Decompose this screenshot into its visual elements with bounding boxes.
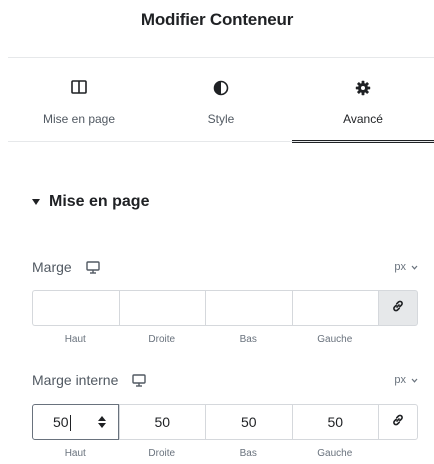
padding-link-button[interactable]	[378, 404, 418, 440]
number-spinner-icon[interactable]	[98, 416, 106, 428]
link-icon	[391, 299, 405, 318]
margin-label: Marge	[32, 259, 72, 275]
chevron-down-icon	[411, 261, 418, 273]
margin-left-input[interactable]	[291, 290, 378, 326]
side-label-left: Gauche	[317, 334, 353, 345]
padding-top-value: 50	[53, 414, 69, 430]
padding-top-input[interactable]: 50	[32, 404, 119, 440]
desktop-icon[interactable]	[132, 373, 147, 387]
margin-unit-select[interactable]: px	[394, 261, 418, 273]
tabs-divider	[8, 141, 434, 142]
section-title: Mise en page	[49, 193, 150, 210]
padding-left-input[interactable]: 50	[291, 404, 378, 440]
tab-style-label: Style	[207, 112, 235, 126]
chevron-down-icon	[411, 374, 418, 386]
panel-tabs: Mise en page Style Avancé	[8, 58, 434, 143]
padding-unit-select[interactable]: px	[394, 374, 418, 386]
padding-inputs: 50 50 50 50	[32, 404, 418, 440]
margin-right-input[interactable]	[118, 290, 205, 326]
padding-bottom-input[interactable]: 50	[205, 404, 292, 440]
contrast-icon	[150, 80, 292, 98]
tab-layout[interactable]: Mise en page	[8, 58, 150, 142]
margin-top-input[interactable]	[32, 290, 119, 326]
margin-bottom-input[interactable]	[205, 290, 292, 326]
caret-down-icon	[32, 199, 40, 205]
desktop-icon[interactable]	[85, 260, 100, 274]
text-cursor	[70, 415, 71, 431]
padding-side-labels: Haut Droite Bas Gauche	[32, 448, 378, 459]
side-label-right: Droite	[148, 448, 176, 459]
section-header[interactable]: Mise en page	[32, 193, 149, 211]
margin-inputs	[32, 290, 418, 326]
tab-style[interactable]: Style	[150, 58, 292, 142]
gear-icon	[292, 80, 434, 98]
padding-left-value: 50	[327, 414, 344, 430]
padding-right-value: 50	[154, 414, 171, 430]
padding-label: Marge interne	[32, 372, 119, 388]
side-label-top: Haut	[64, 448, 86, 459]
side-label-top: Haut	[64, 334, 86, 345]
columns-icon	[8, 80, 150, 98]
side-label-right: Droite	[148, 334, 176, 345]
side-label-left: Gauche	[317, 448, 353, 459]
margin-unit-value: px	[394, 261, 406, 273]
tab-advanced-label: Avancé	[343, 112, 383, 126]
padding-right-input[interactable]: 50	[118, 404, 205, 440]
tab-layout-label: Mise en page	[42, 112, 116, 126]
tab-advanced[interactable]: Avancé	[292, 58, 434, 143]
panel-title: Modifier Conteneur	[140, 10, 294, 29]
margin-side-labels: Haut Droite Bas Gauche	[32, 334, 378, 345]
margin-control-header: Marge px	[32, 257, 418, 277]
padding-unit-value: px	[394, 374, 406, 386]
side-label-bottom: Bas	[239, 334, 257, 345]
padding-bottom-value: 50	[240, 414, 257, 430]
margin-link-button[interactable]	[378, 290, 418, 326]
link-icon	[391, 413, 405, 432]
side-label-bottom: Bas	[239, 448, 257, 459]
padding-control-header: Marge interne px	[32, 370, 418, 390]
